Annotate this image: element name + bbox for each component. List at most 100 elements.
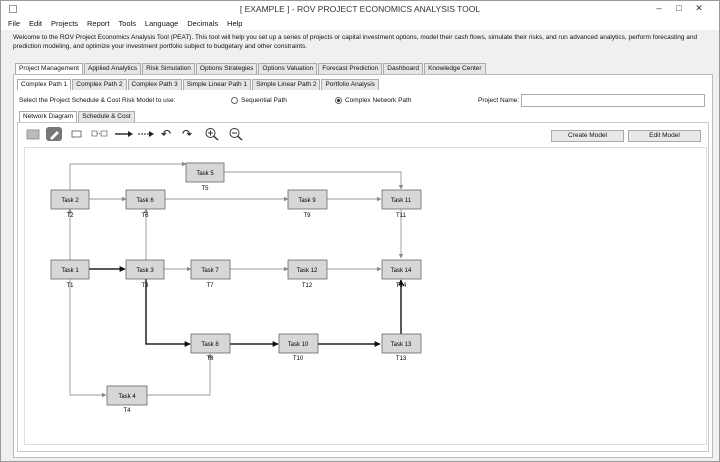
main-tabs: Project Management Applied Analytics Ris… bbox=[15, 63, 487, 74]
task-tag: T1 bbox=[66, 283, 74, 289]
tab-simple-linear-path-1[interactable]: Simple Linear Path 1 bbox=[182, 79, 252, 90]
task-label: Task 4 bbox=[118, 394, 136, 400]
edge-t4-t8 bbox=[147, 353, 213, 396]
menu-edit[interactable]: Edit bbox=[29, 17, 42, 30]
zoom-out-icon[interactable] bbox=[228, 127, 244, 141]
task-tag: T14 bbox=[396, 283, 407, 289]
task-tag: T6 bbox=[141, 213, 149, 219]
task-node[interactable]: Task 3 T3 bbox=[125, 259, 165, 289]
tab-complex-path-3[interactable]: Complex Path 3 bbox=[127, 79, 182, 90]
task-node[interactable]: Task 9 T9 bbox=[287, 189, 328, 219]
complex-network-path-label: Complex Network Path bbox=[345, 97, 412, 104]
task-label: Task 11 bbox=[391, 198, 412, 204]
task-tag: T9 bbox=[303, 213, 311, 219]
dashed-arrow-icon[interactable] bbox=[137, 127, 155, 141]
task-tag: T12 bbox=[302, 283, 313, 289]
task-tag: T4 bbox=[123, 408, 131, 414]
task-node[interactable]: Task 2 T2 bbox=[50, 189, 90, 219]
task-label: Task 13 bbox=[391, 342, 412, 348]
edge-t1-t4 bbox=[69, 279, 107, 398]
sequential-path-label: Sequential Path bbox=[241, 97, 287, 104]
task-label: Task 9 bbox=[298, 198, 316, 204]
network-diagram-svg[interactable]: Task 1 T1 Task 2 T2 Task 3 T3 Task 4 T4 … bbox=[25, 148, 708, 446]
task-label: Task 3 bbox=[136, 268, 154, 274]
menu-file[interactable]: File bbox=[8, 17, 20, 30]
model-select-label: Select the Project Schedule & Cost Risk … bbox=[19, 97, 176, 104]
network-diagram-canvas[interactable]: Task 1 T1 Task 2 T2 Task 3 T3 Task 4 T4 … bbox=[24, 147, 707, 445]
undo-icon[interactable]: ↶ bbox=[161, 127, 175, 141]
minimize-icon[interactable]: – bbox=[653, 3, 665, 14]
edit-pencil-icon[interactable] bbox=[46, 127, 62, 141]
task-node[interactable]: Task 1 T1 bbox=[50, 259, 90, 289]
close-icon[interactable]: ✕ bbox=[693, 3, 705, 14]
task-label: Task 5 bbox=[196, 171, 214, 177]
maximize-icon[interactable]: □ bbox=[673, 3, 685, 14]
tab-complex-path-2[interactable]: Complex Path 2 bbox=[72, 79, 127, 90]
zoom-in-icon[interactable] bbox=[204, 127, 220, 141]
create-model-button[interactable]: Create Model bbox=[551, 130, 624, 142]
task-tag: T2 bbox=[66, 213, 74, 219]
tab-options-valuation[interactable]: Options Valuation bbox=[258, 63, 318, 74]
view-tabs: Network Diagram Schedule & Cost bbox=[19, 111, 136, 122]
menu-bar: File Edit Projects Report Tools Language… bbox=[1, 17, 719, 30]
task-node[interactable]: Task 8 T8 bbox=[190, 333, 231, 362]
sequential-path-radio[interactable] bbox=[231, 97, 238, 104]
task-node[interactable]: Task 7 T7 bbox=[190, 259, 231, 289]
tab-risk-simulation[interactable]: Risk Simulation bbox=[142, 63, 195, 74]
sub-tabs: Complex Path 1 Complex Path 2 Complex Pa… bbox=[17, 79, 380, 90]
edge-t3-t8 bbox=[145, 279, 191, 347]
task-label: Task 2 bbox=[61, 198, 79, 204]
welcome-text: Welcome to the ROV Project Economics Ana… bbox=[13, 34, 698, 50]
edge-t5-t11 bbox=[224, 171, 404, 190]
menu-projects[interactable]: Projects bbox=[51, 17, 78, 30]
project-name-input[interactable] bbox=[521, 94, 705, 107]
tab-knowledge-center[interactable]: Knowledge Center bbox=[424, 63, 486, 74]
tab-dashboard[interactable]: Dashboard bbox=[383, 63, 424, 74]
task-node[interactable]: Task 14 T14 bbox=[381, 259, 422, 289]
task-tag: T8 bbox=[206, 356, 214, 362]
menu-decimals[interactable]: Decimals bbox=[187, 17, 218, 30]
task-node[interactable]: Task 4 T4 bbox=[106, 385, 148, 414]
task-tag: T11 bbox=[396, 213, 407, 219]
menu-report[interactable]: Report bbox=[87, 17, 110, 30]
arrow-icon[interactable] bbox=[114, 127, 134, 141]
complex-network-path-radio[interactable] bbox=[335, 97, 342, 104]
task-tag: T10 bbox=[293, 356, 304, 362]
task-node[interactable]: Task 11 T11 bbox=[381, 189, 422, 219]
tab-simple-linear-path-2[interactable]: Simple Linear Path 2 bbox=[252, 79, 321, 90]
tab-project-management[interactable]: Project Management bbox=[15, 63, 83, 74]
task-label: Task 10 bbox=[288, 342, 309, 348]
task-label: Task 7 bbox=[201, 268, 219, 274]
menu-tools[interactable]: Tools bbox=[118, 17, 136, 30]
open-icon[interactable] bbox=[25, 127, 41, 141]
dashed-node-icon[interactable] bbox=[91, 127, 109, 141]
task-label: Task 14 bbox=[391, 268, 412, 274]
edge-t2-t5 bbox=[69, 161, 187, 190]
tab-network-diagram[interactable]: Network Diagram bbox=[19, 111, 78, 122]
tab-schedule-cost[interactable]: Schedule & Cost bbox=[78, 111, 135, 122]
task-node[interactable]: Task 12 T12 bbox=[287, 259, 328, 289]
tab-options-strategies[interactable]: Options Strategies bbox=[195, 63, 258, 74]
task-label: Task 12 bbox=[297, 268, 318, 274]
menu-help[interactable]: Help bbox=[227, 17, 242, 30]
project-name-label: Project Name: bbox=[478, 97, 520, 104]
redo-icon[interactable]: ↷ bbox=[182, 127, 196, 141]
edit-model-button[interactable]: Edit Model bbox=[628, 130, 701, 142]
tab-applied-analytics[interactable]: Applied Analytics bbox=[83, 63, 142, 74]
application-window: [ EXAMPLE ] - ROV PROJECT ECONOMICS ANAL… bbox=[0, 0, 720, 462]
task-tag: T3 bbox=[141, 283, 149, 289]
menu-language[interactable]: Language bbox=[145, 17, 178, 30]
window-title: [ EXAMPLE ] - ROV PROJECT ECONOMICS ANAL… bbox=[239, 4, 481, 14]
task-tag: T7 bbox=[206, 283, 214, 289]
tab-forecast-prediction[interactable]: Forecast Prediction bbox=[318, 63, 383, 74]
task-tag: T5 bbox=[201, 186, 209, 192]
task-node[interactable]: Task 6 T6 bbox=[125, 189, 166, 219]
tab-complex-path-1[interactable]: Complex Path 1 bbox=[17, 79, 72, 90]
task-label: Task 1 bbox=[61, 268, 79, 274]
rectangle-icon[interactable] bbox=[71, 127, 83, 141]
task-node[interactable]: Task 10 T10 bbox=[278, 333, 319, 362]
task-node[interactable]: Task 5 T5 bbox=[185, 162, 225, 192]
task-node[interactable]: Task 13 T13 bbox=[381, 333, 422, 362]
tab-portfolio-analysis[interactable]: Portfolio Analysis bbox=[321, 79, 379, 90]
task-label: Task 6 bbox=[136, 198, 154, 204]
